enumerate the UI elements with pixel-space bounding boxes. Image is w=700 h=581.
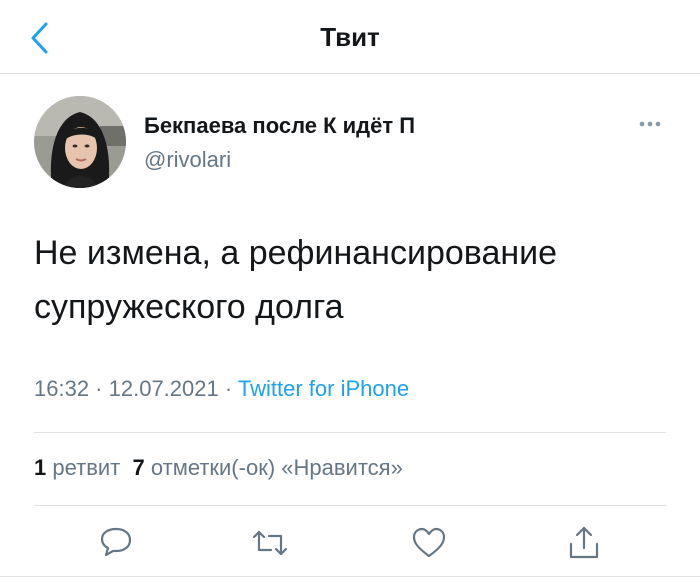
author-name[interactable]: Бекпаева после К идёт П xyxy=(144,113,415,139)
retweets-stat[interactable]: 1 ретвит xyxy=(34,455,120,480)
divider xyxy=(34,505,666,506)
likes-count: 7 xyxy=(132,455,145,480)
retweet-button[interactable] xyxy=(246,520,294,566)
retweets-count: 1 xyxy=(34,455,47,480)
tweet-text-line: Не измена, а рефинансирование xyxy=(34,234,558,272)
reply-icon xyxy=(100,527,132,557)
tweet-stats: 1 ретвит 7 отметки(-ок) «Нравится» xyxy=(34,455,403,481)
tweet-source-link[interactable]: Twitter for iPhone xyxy=(238,376,409,401)
retweet-icon xyxy=(252,530,288,556)
author-handle[interactable]: @rivolari xyxy=(144,147,231,173)
retweets-label: ретвит xyxy=(52,455,121,480)
reply-button[interactable] xyxy=(92,520,140,566)
page-title: Твит xyxy=(320,22,380,52)
more-button[interactable] xyxy=(636,116,668,132)
header-bar: Твит xyxy=(0,0,700,74)
meta-separator: · xyxy=(218,376,238,401)
avatar[interactable] xyxy=(34,96,126,188)
likes-label: отметки(-ок) «Нравится» xyxy=(150,455,403,480)
action-bar xyxy=(0,520,700,566)
tweet-text: Не измена, а рефинансирование супружеско… xyxy=(34,226,674,334)
heart-icon xyxy=(412,527,446,558)
like-button[interactable] xyxy=(405,520,453,566)
tweet-text-line: супружеского долга xyxy=(34,288,344,326)
meta-separator: · xyxy=(89,376,109,401)
tweet-time: 16:32 xyxy=(34,376,90,401)
divider xyxy=(34,432,666,433)
share-button[interactable] xyxy=(560,520,608,566)
more-dots-icon xyxy=(639,121,661,127)
share-icon xyxy=(569,526,599,559)
tweet-meta: 16:32 · 12.07.2021 · Twitter for iPhone xyxy=(34,376,409,402)
divider xyxy=(0,576,700,577)
tweet-date: 12.07.2021 xyxy=(108,376,219,401)
avatar-image xyxy=(34,96,126,188)
likes-stat[interactable]: 7 отметки(-ок) «Нравится» xyxy=(132,455,402,480)
